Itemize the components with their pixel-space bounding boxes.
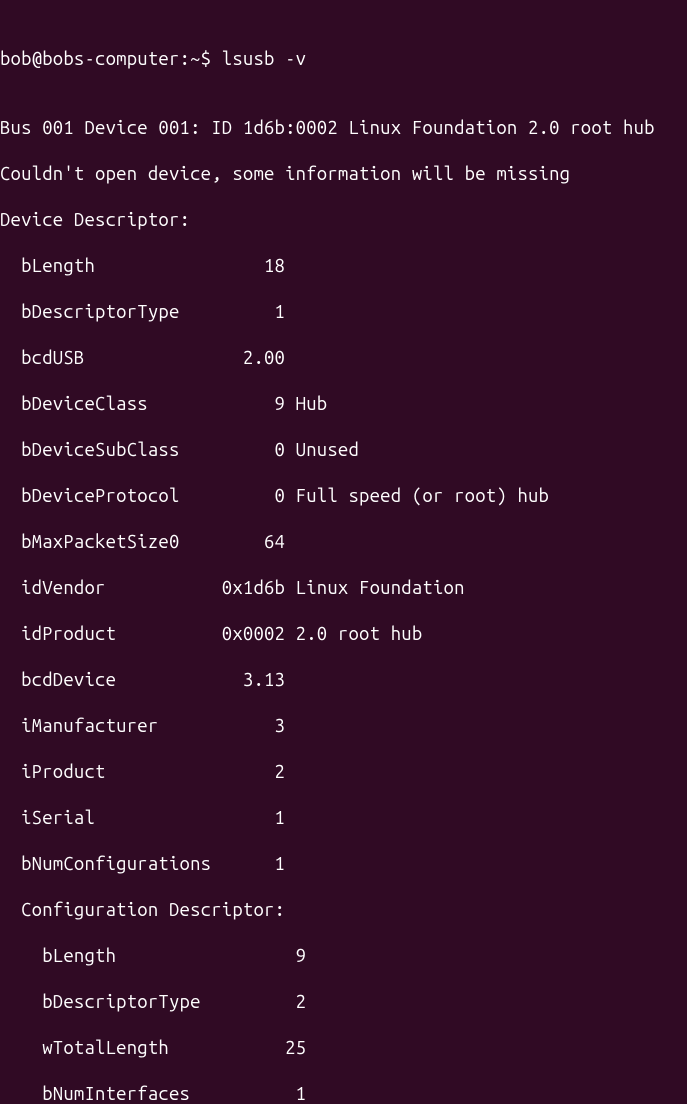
config-field-wTotalLength: wTotalLength 25: [0, 1037, 687, 1060]
field-iProduct: iProduct 2: [0, 761, 687, 784]
field-bDeviceProtocol: bDeviceProtocol 0 Full speed (or root) h…: [0, 485, 687, 508]
config-field-bNumInterfaces: bNumInterfaces 1: [0, 1083, 687, 1104]
field-idVendor: idVendor 0x1d6b Linux Foundation: [0, 577, 687, 600]
field-iManufacturer: iManufacturer 3: [0, 715, 687, 738]
descriptor-title: Device Descriptor:: [0, 209, 687, 232]
shell-prompt: bob@bobs-computer:~$: [0, 49, 222, 69]
field-bNumConfigurations: bNumConfigurations 1: [0, 853, 687, 876]
config-descriptor-title: Configuration Descriptor:: [0, 899, 687, 922]
field-idProduct: idProduct 0x0002 2.0 root hub: [0, 623, 687, 646]
field-bMaxPacketSize0: bMaxPacketSize0 64: [0, 531, 687, 554]
device-header: Bus 001 Device 001: ID 1d6b:0002 Linux F…: [0, 117, 687, 140]
field-bLength: bLength 18: [0, 255, 687, 278]
field-bDeviceClass: bDeviceClass 9 Hub: [0, 393, 687, 416]
field-bDeviceSubClass: bDeviceSubClass 0 Unused: [0, 439, 687, 462]
prompt-line[interactable]: bob@bobs-computer:~$ lsusb -v: [0, 48, 687, 71]
config-field-bDescriptorType: bDescriptorType 2: [0, 991, 687, 1014]
config-field-bLength: bLength 9: [0, 945, 687, 968]
warning-line: Couldn't open device, some information w…: [0, 163, 687, 186]
field-bcdUSB: bcdUSB 2.00: [0, 347, 687, 370]
command-text: lsusb -v: [222, 49, 306, 69]
field-bcdDevice: bcdDevice 3.13: [0, 669, 687, 692]
field-bDescriptorType: bDescriptorType 1: [0, 301, 687, 324]
field-iSerial: iSerial 1: [0, 807, 687, 830]
